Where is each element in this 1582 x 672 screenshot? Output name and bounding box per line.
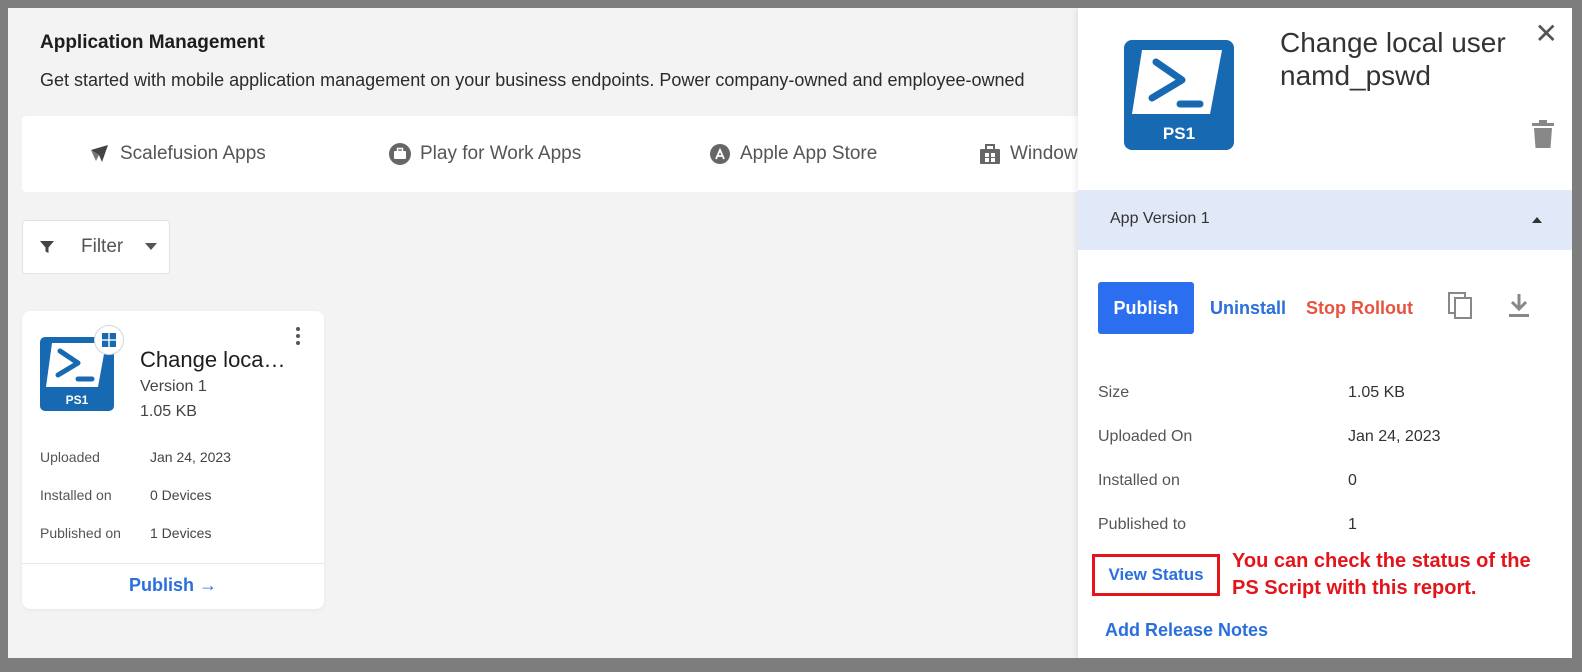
tab-label: Scalefusion Apps xyxy=(120,143,266,164)
tab-apple-app-store[interactable]: Apple App Store xyxy=(708,142,877,166)
detail-value: 1 xyxy=(1348,516,1357,533)
tab-label: Apple App Store xyxy=(740,143,878,164)
app-card-row: Published on 1 Devices xyxy=(40,525,211,541)
tab-label: Windows xyxy=(1010,143,1088,164)
icon-text: PS1 xyxy=(66,393,89,407)
app-card-title: Change local user namd_pswd xyxy=(140,347,290,372)
publish-label: Publish xyxy=(128,575,194,595)
filter-label: Filter xyxy=(81,236,124,257)
row-label: Uploaded xyxy=(40,449,100,465)
app-version-accordion[interactable]: App Version 1 xyxy=(1078,190,1572,250)
arrow-right-icon: → xyxy=(199,575,218,595)
detail-label: Size xyxy=(1098,384,1130,401)
trash-icon[interactable] xyxy=(1532,120,1554,148)
app-card[interactable]: PS1 Change local user namd_pswd Version … xyxy=(22,311,324,609)
row-value: 1 Devices xyxy=(150,525,212,541)
tab-play-for-work-apps[interactable]: Play for Work Apps xyxy=(388,142,581,166)
app-store-icon xyxy=(710,144,730,164)
detail-value: 0 xyxy=(1348,472,1357,489)
detail-row-installed-on: Installed on 0 xyxy=(1098,472,1357,490)
tab-scalefusion-apps[interactable]: Scalefusion Apps xyxy=(88,142,266,166)
annotation-callout: You can check the status of the PS Scrip… xyxy=(1232,550,1531,599)
scalefusion-icon xyxy=(91,145,108,162)
app-detail-panel: PS1 Change local user namd_pswd ✕ App Ve… xyxy=(1078,8,1572,658)
powershell-icon: PS1 xyxy=(1124,40,1234,150)
row-value: Jan 24, 2023 xyxy=(150,449,231,465)
chevron-down-icon xyxy=(145,243,157,250)
windows-badge-icon xyxy=(94,325,124,355)
icon-text: PS1 xyxy=(1163,124,1195,143)
add-release-notes-link[interactable]: Add Release Notes xyxy=(1105,620,1268,641)
app-card-version: Version 1 xyxy=(140,378,207,395)
download-icon[interactable] xyxy=(1506,292,1532,320)
version-label: App Version 1 xyxy=(1110,210,1210,227)
detail-row-size: Size 1.05 KB xyxy=(1098,384,1405,402)
row-label: Published on xyxy=(40,525,121,541)
card-publish-button[interactable]: Publish → xyxy=(22,575,324,596)
tab-label: Play for Work Apps xyxy=(420,143,582,164)
app-frame: Application Management Get started with … xyxy=(8,8,1572,658)
windows-store-icon xyxy=(980,144,1000,164)
uninstall-link[interactable]: Uninstall xyxy=(1210,298,1286,319)
detail-value: 1.05 KB xyxy=(1348,384,1405,401)
detail-row-published-to: Published to 1 xyxy=(1098,516,1357,534)
filter-button[interactable]: Filter xyxy=(22,220,170,274)
filter-icon xyxy=(40,241,54,253)
stop-rollout-link[interactable]: Stop Rollout xyxy=(1306,298,1413,319)
page-description: Get started with mobile application mana… xyxy=(40,70,1025,90)
view-status-link[interactable]: View Status xyxy=(1092,554,1220,596)
panel-title: Change local user namd_pswd xyxy=(1280,27,1506,91)
app-card-row: Installed on 0 Devices xyxy=(40,487,211,503)
briefcase-icon xyxy=(389,143,411,165)
divider xyxy=(22,563,324,564)
detail-row-uploaded-on: Uploaded On Jan 24, 2023 xyxy=(1098,428,1441,446)
detail-label: Installed on xyxy=(1098,472,1180,489)
close-icon[interactable]: ✕ xyxy=(1535,20,1558,48)
copy-icon[interactable] xyxy=(1448,292,1474,320)
tab-windows-store[interactable]: Windows xyxy=(978,142,1087,166)
page-title: Application Management xyxy=(40,32,265,53)
app-card-row: Uploaded Jan 24, 2023 xyxy=(40,449,231,465)
detail-label: Published to xyxy=(1098,516,1187,533)
publish-button[interactable]: Publish xyxy=(1098,282,1194,334)
store-tabs-bar: Scalefusion Apps Play for Work Apps Appl… xyxy=(22,116,1122,192)
detail-value: Jan 24, 2023 xyxy=(1348,428,1441,445)
app-card-size: 1.05 KB xyxy=(140,403,197,420)
row-value: 0 Devices xyxy=(150,487,212,503)
chevron-up-icon xyxy=(1532,217,1542,223)
detail-label: Uploaded On xyxy=(1098,428,1193,445)
more-options-icon[interactable] xyxy=(294,327,302,347)
row-label: Installed on xyxy=(40,487,112,503)
